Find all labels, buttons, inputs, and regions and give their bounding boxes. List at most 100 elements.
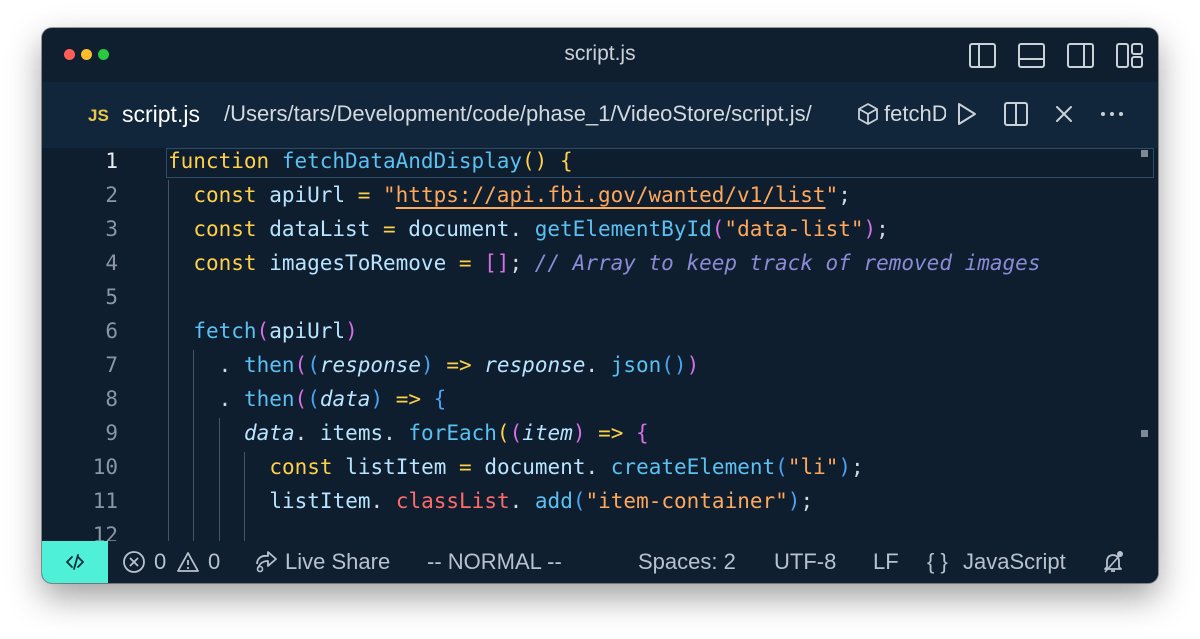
code-token: fetch xyxy=(193,319,257,343)
indent-guide xyxy=(218,418,220,452)
line-number: 12 xyxy=(92,523,118,541)
breadcrumb-path[interactable]: /Users/tars/Development/code/phase_1/Vid… xyxy=(224,101,812,127)
line-number: 1 xyxy=(105,149,118,173)
code-line[interactable]: 5 xyxy=(42,280,1152,314)
line-code: const apiUrl = "https://api.fbi.gov/want… xyxy=(193,178,863,212)
code-line[interactable]: 10 const listItem = document. createEleme… xyxy=(42,450,1152,484)
status-bar: 0 0 Live Share -- NORMAL -- Spaces: 2 UT… xyxy=(42,541,1158,583)
code-line[interactable]: 4 const imagesToRemove = []; // Array to … xyxy=(42,246,1152,280)
warning-count[interactable]: 0 xyxy=(208,549,220,575)
more-actions-icon[interactable] xyxy=(1098,100,1126,128)
toggle-panel-icon[interactable] xyxy=(1017,42,1046,69)
code-line[interactable]: 9 data. items. forEach((item) => { xyxy=(42,416,1152,450)
code-line[interactable]: 8. then((data) => { xyxy=(42,382,1152,416)
indent-guide xyxy=(168,486,169,520)
line-number: 2 xyxy=(105,183,118,207)
indent-guide xyxy=(193,452,195,486)
line-number: 8 xyxy=(105,387,118,411)
code-token: add xyxy=(534,489,573,513)
code-token: const xyxy=(193,217,257,241)
code-token: item xyxy=(522,421,573,445)
indent-guide xyxy=(244,486,246,520)
code-token: => xyxy=(383,387,434,411)
bell-icon[interactable] xyxy=(1101,550,1125,574)
indent-guide xyxy=(218,520,220,541)
indent-guide xyxy=(193,350,195,384)
tab-script-js[interactable]: script.js xyxy=(122,101,200,128)
encoding-setting[interactable]: UTF-8 xyxy=(774,549,836,575)
code-line[interactable]: 12 xyxy=(42,518,1152,541)
close-tab-icon[interactable] xyxy=(1050,100,1078,128)
indent-guide xyxy=(168,418,169,452)
line-ending-setting[interactable]: LF xyxy=(873,549,899,575)
breadcrumb-symbol[interactable]: fetchDataAndDisplay xyxy=(884,101,946,127)
code-token: => xyxy=(433,353,485,377)
editor-window: script.js JS script.js /Users/tars/Devel… xyxy=(42,28,1158,583)
code-token: getElementById xyxy=(534,217,712,241)
code-token: forEach xyxy=(408,421,497,445)
indent-guide xyxy=(218,486,220,520)
code-token: ( xyxy=(307,387,320,411)
indent-guide xyxy=(193,418,195,452)
code-token: const xyxy=(269,455,333,479)
language-braces-icon[interactable]: { } xyxy=(927,549,948,575)
run-icon[interactable] xyxy=(952,100,980,128)
code-token: ( xyxy=(775,455,788,479)
live-share-icon[interactable] xyxy=(254,550,278,574)
code-token: { xyxy=(559,149,573,173)
code-line[interactable]: 6 fetch(apiUrl) xyxy=(42,314,1152,348)
customize-layout-icon[interactable] xyxy=(1115,42,1144,69)
code-token: "li" xyxy=(787,455,839,479)
code-line[interactable]: 7. then((response) => response. json()) xyxy=(42,348,1152,382)
code-token: . xyxy=(383,421,409,445)
code-token: dataList xyxy=(269,217,371,241)
indent-guide xyxy=(168,282,169,316)
code-token: ) xyxy=(370,387,384,411)
code-line[interactable]: 11 listItem. classList. add("item-contain… xyxy=(42,484,1152,518)
code-token: ( xyxy=(711,217,725,241)
code-token: ( xyxy=(307,353,320,377)
error-icon[interactable] xyxy=(122,550,146,574)
line-number: 10 xyxy=(92,455,118,479)
code-token: ) xyxy=(345,319,358,343)
code-line[interactable]: 2 const apiUrl = "https://api.fbi.gov/wan… xyxy=(42,178,1152,212)
live-share-button[interactable]: Live Share xyxy=(285,549,390,575)
symbol-method-icon xyxy=(856,102,880,126)
editor-tab-bar: JS script.js /Users/tars/Development/cod… xyxy=(42,82,1158,148)
code-token: { xyxy=(433,387,447,411)
remote-indicator[interactable] xyxy=(42,541,108,583)
code-editor[interactable]: 1 function fetchDataAndDisplay() {2 const … xyxy=(42,148,1158,541)
line-number: 3 xyxy=(105,217,118,241)
error-count[interactable]: 0 xyxy=(154,549,166,575)
split-editor-icon[interactable] xyxy=(1002,100,1030,128)
toggle-secondary-sidebar-icon[interactable] xyxy=(1066,42,1095,69)
code-token: . xyxy=(218,353,244,377)
code-token: response xyxy=(484,353,586,377)
code-token: ) xyxy=(686,353,700,377)
code-token: = xyxy=(446,455,485,479)
toggle-primary-sidebar-icon[interactable] xyxy=(968,42,997,69)
indent-guide xyxy=(168,316,169,350)
code-line[interactable]: 3 const dataList = document. getElementBy… xyxy=(42,212,1152,246)
warning-icon[interactable] xyxy=(176,550,200,574)
line-number: 6 xyxy=(105,319,118,343)
code-token: then xyxy=(243,387,295,411)
code-token: function xyxy=(168,149,270,173)
code-token: const xyxy=(193,183,257,207)
code-line[interactable]: 1 function fetchDataAndDisplay() { xyxy=(42,148,1152,178)
code-token: document xyxy=(484,455,586,479)
indent-guide xyxy=(168,350,169,384)
line-number: 9 xyxy=(105,421,118,445)
code-token: ) xyxy=(572,421,586,445)
indent-guide xyxy=(168,520,169,541)
indentation-setting[interactable]: Spaces: 2 xyxy=(638,549,736,575)
indent-guide xyxy=(168,180,169,214)
code-token: "data-list" xyxy=(724,217,864,241)
line-code: data. items. forEach((item) => { xyxy=(244,416,649,450)
code-token: ; xyxy=(509,251,535,275)
code-token: ) xyxy=(838,455,852,479)
language-mode[interactable]: JavaScript xyxy=(963,549,1066,575)
